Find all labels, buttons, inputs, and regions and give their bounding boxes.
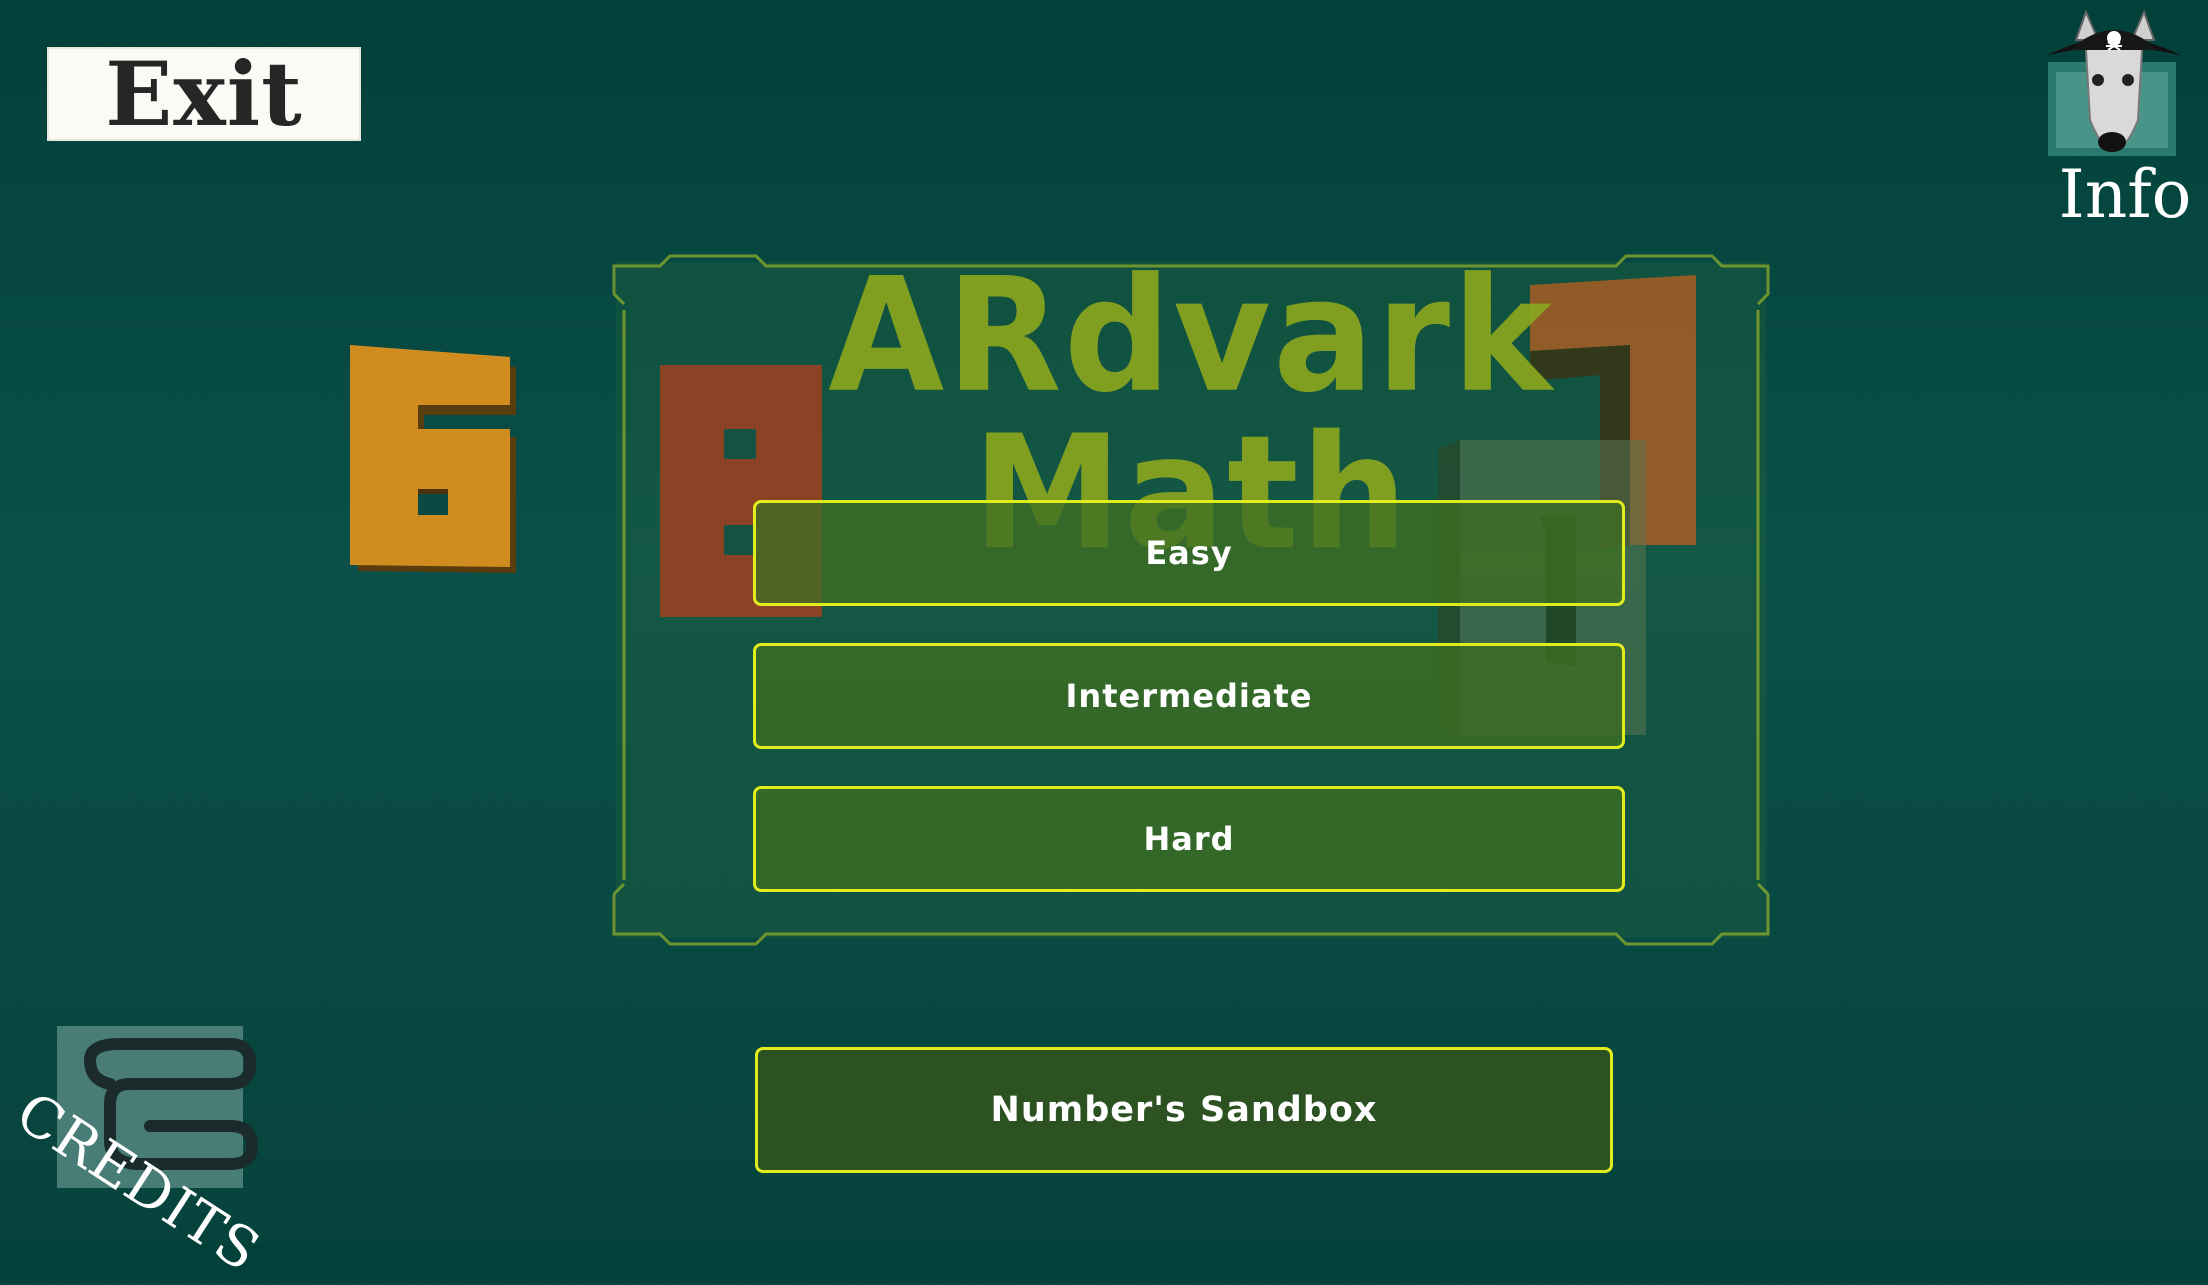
info-label[interactable]: Info: [2050, 162, 2200, 228]
numbers-sandbox-button[interactable]: Number's Sandbox: [755, 1047, 1613, 1173]
exit-button[interactable]: Exit: [47, 47, 361, 141]
exit-button-label: Exit: [105, 42, 303, 146]
intermediate-button[interactable]: Intermediate: [753, 643, 1625, 749]
hard-button[interactable]: Hard: [753, 786, 1625, 892]
pirate-aardvark-icon[interactable]: [2046, 9, 2182, 156]
number-six-block: [350, 345, 516, 573]
numbers-sandbox-button-label: Number's Sandbox: [990, 1090, 1378, 1130]
hard-button-label: Hard: [1143, 820, 1235, 858]
easy-button[interactable]: Easy: [753, 500, 1625, 606]
intermediate-button-label: Intermediate: [1065, 677, 1313, 715]
easy-button-label: Easy: [1145, 534, 1233, 572]
